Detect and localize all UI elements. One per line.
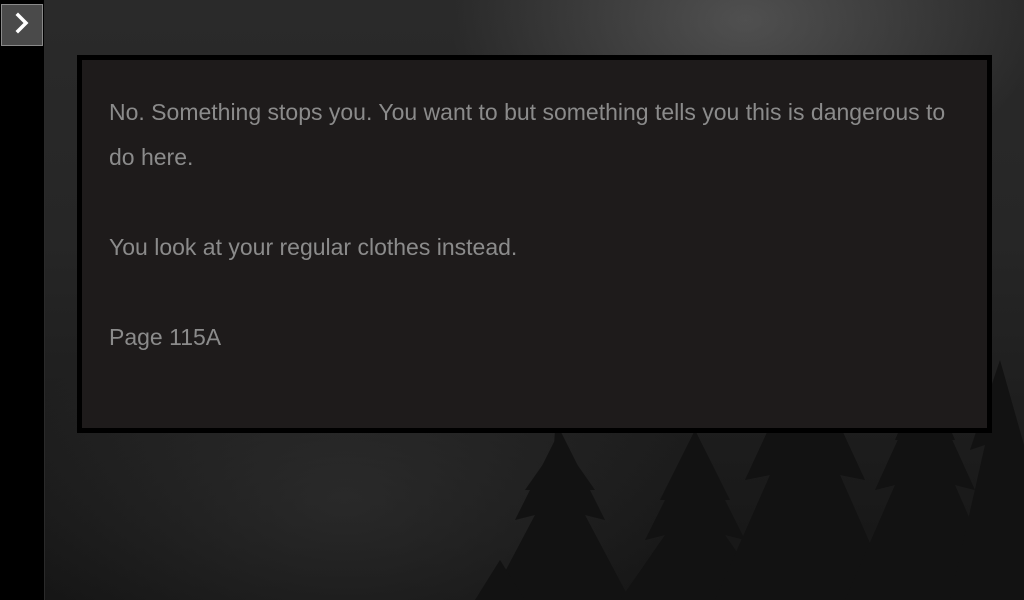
story-screen: No. Something stops you. You want to but… [0,0,1024,600]
story-passage: No. Something stops you. You want to but… [77,55,992,433]
sidebar [0,0,45,600]
passage-paragraph: You look at your regular clothes instead… [109,234,518,260]
sidebar-toggle-button[interactable] [1,4,43,46]
page-reference: Page 115A [109,324,222,350]
chevron-right-icon [12,12,32,39]
passage-paragraph: No. Something stops you. You want to but… [109,99,946,170]
